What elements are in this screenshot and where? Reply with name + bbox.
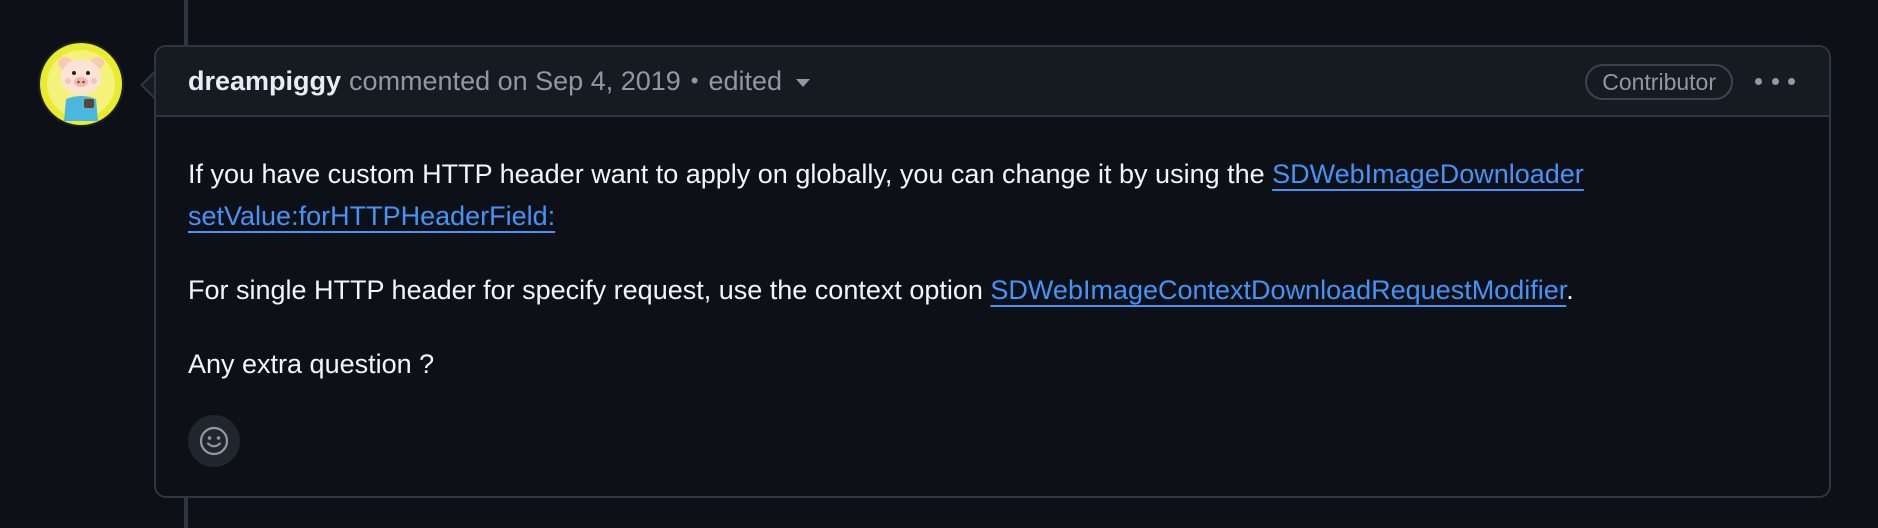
paragraph-suffix: . [1566,275,1574,305]
context-modifier-link[interactable]: SDWebImageContextDownloadRequestModifier [990,275,1566,305]
kebab-dot [1771,77,1779,85]
pig-avatar-icon [40,43,122,125]
edited-dropdown[interactable]: edited [708,65,811,97]
author-avatar[interactable] [40,43,122,125]
paragraph-text: For single HTTP header for specify reque… [188,275,991,305]
separator-dot: • [690,68,699,93]
contributor-badge: Contributor [1585,64,1733,100]
smiley-icon [199,426,229,456]
body-paragraph-2: For single HTTP header for specify reque… [188,269,1797,311]
body-paragraph-1: If you have custom HTTP header want to a… [188,153,1797,237]
body-paragraph-3: Any extra question ? [188,343,1797,385]
kebab-dot [1755,77,1762,85]
comment-body: If you have custom HTTP header want to a… [188,153,1797,385]
paragraph-text: If you have custom HTTP header want to a… [188,159,1273,189]
triangle-down-icon [796,79,811,87]
comment-header: dreampiggy commented on Sep 4, 2019 • ed… [156,47,1829,117]
comment-box: dreampiggy commented on Sep 4, 2019 • ed… [154,45,1831,498]
author-link[interactable]: dreampiggy [188,66,341,97]
kebab-dot [1788,77,1795,85]
kebab-horizontal-icon[interactable] [1755,71,1795,91]
add-reaction-button[interactable] [188,415,240,467]
paragraph-text: Any extra question ? [188,349,435,379]
edited-label: edited [708,65,783,96]
comment-timestamp[interactable]: commented on Sep 4, 2019 [349,66,681,97]
